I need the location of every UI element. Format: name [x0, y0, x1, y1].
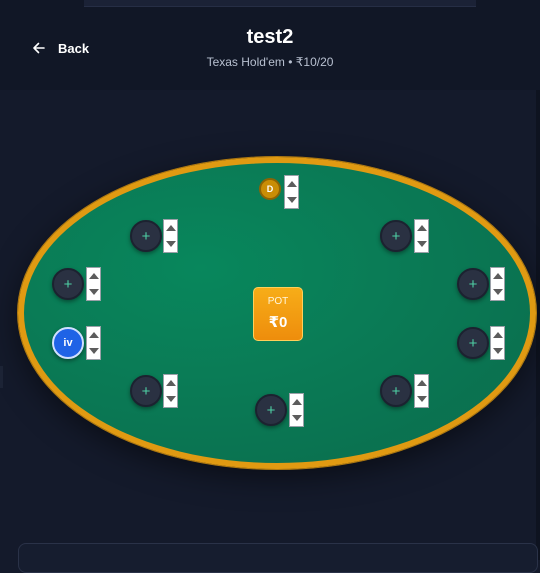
triangle-up-icon[interactable]: [164, 220, 177, 236]
seat-9-spinner[interactable]: [289, 393, 304, 427]
page-title: test2: [246, 26, 294, 48]
seat-8-spinner[interactable]: [414, 374, 429, 408]
plus-icon: +: [141, 382, 151, 400]
top-strip: [84, 0, 476, 7]
triangle-down-icon[interactable]: [290, 410, 303, 426]
seat-5-player[interactable]: iv: [52, 327, 84, 359]
triangle-up-icon[interactable]: [285, 176, 298, 192]
bottom-panel: [18, 543, 538, 573]
triangle-up-icon[interactable]: [491, 268, 504, 284]
seat-2-spinner[interactable]: [414, 219, 429, 253]
triangle-down-icon[interactable]: [164, 391, 177, 407]
dealer-position-spinner[interactable]: [284, 175, 299, 209]
triangle-down-icon[interactable]: [415, 391, 428, 407]
plus-icon: +: [266, 401, 276, 419]
triangle-up-icon[interactable]: [290, 394, 303, 410]
pot-label: POT: [267, 296, 289, 307]
plus-icon: +: [391, 227, 401, 245]
player-initials: iv: [63, 337, 73, 349]
dealer-label: D: [266, 184, 274, 194]
plus-icon: +: [391, 382, 401, 400]
triangle-up-icon[interactable]: [164, 375, 177, 391]
seat-9-empty[interactable]: +: [255, 394, 287, 426]
pot-display: POT ₹0: [253, 287, 303, 341]
seat-7-empty[interactable]: +: [130, 375, 162, 407]
triangle-down-icon[interactable]: [164, 236, 177, 252]
triangle-down-icon[interactable]: [491, 284, 504, 300]
seat-3-spinner[interactable]: [86, 267, 101, 301]
triangle-down-icon[interactable]: [285, 192, 298, 208]
plus-icon: +: [63, 275, 73, 293]
game-subtitle: Texas Hold'em • ₹10/20: [206, 55, 334, 69]
seat-6-spinner[interactable]: [490, 326, 505, 360]
triangle-down-icon[interactable]: [415, 236, 428, 252]
triangle-down-icon[interactable]: [87, 284, 100, 300]
seat-5-spinner[interactable]: [86, 326, 101, 360]
plus-icon: +: [468, 334, 478, 352]
seat-4-empty[interactable]: +: [457, 268, 489, 300]
triangle-up-icon[interactable]: [491, 327, 504, 343]
pot-value: ₹0: [268, 314, 288, 331]
seat-7-spinner[interactable]: [163, 374, 178, 408]
seat-6-empty[interactable]: +: [457, 327, 489, 359]
dealer-button: D: [259, 178, 281, 200]
triangle-up-icon[interactable]: [415, 220, 428, 236]
seat-8-empty[interactable]: +: [380, 375, 412, 407]
seat-4-spinner[interactable]: [490, 267, 505, 301]
scroll-edge: [536, 90, 540, 560]
seat-2-empty[interactable]: +: [380, 220, 412, 252]
triangle-down-icon[interactable]: [491, 343, 504, 359]
triangle-up-icon[interactable]: [87, 327, 100, 343]
seat-1-empty[interactable]: +: [130, 220, 162, 252]
plus-icon: +: [141, 227, 151, 245]
seat-3-empty[interactable]: +: [52, 268, 84, 300]
seat-1-spinner[interactable]: [163, 219, 178, 253]
left-edge-mark: [0, 366, 3, 388]
triangle-up-icon[interactable]: [87, 268, 100, 284]
triangle-up-icon[interactable]: [415, 375, 428, 391]
plus-icon: +: [468, 275, 478, 293]
triangle-down-icon[interactable]: [87, 343, 100, 359]
top-bar: Back test2 Texas Hold'em • ₹10/20: [0, 0, 540, 90]
